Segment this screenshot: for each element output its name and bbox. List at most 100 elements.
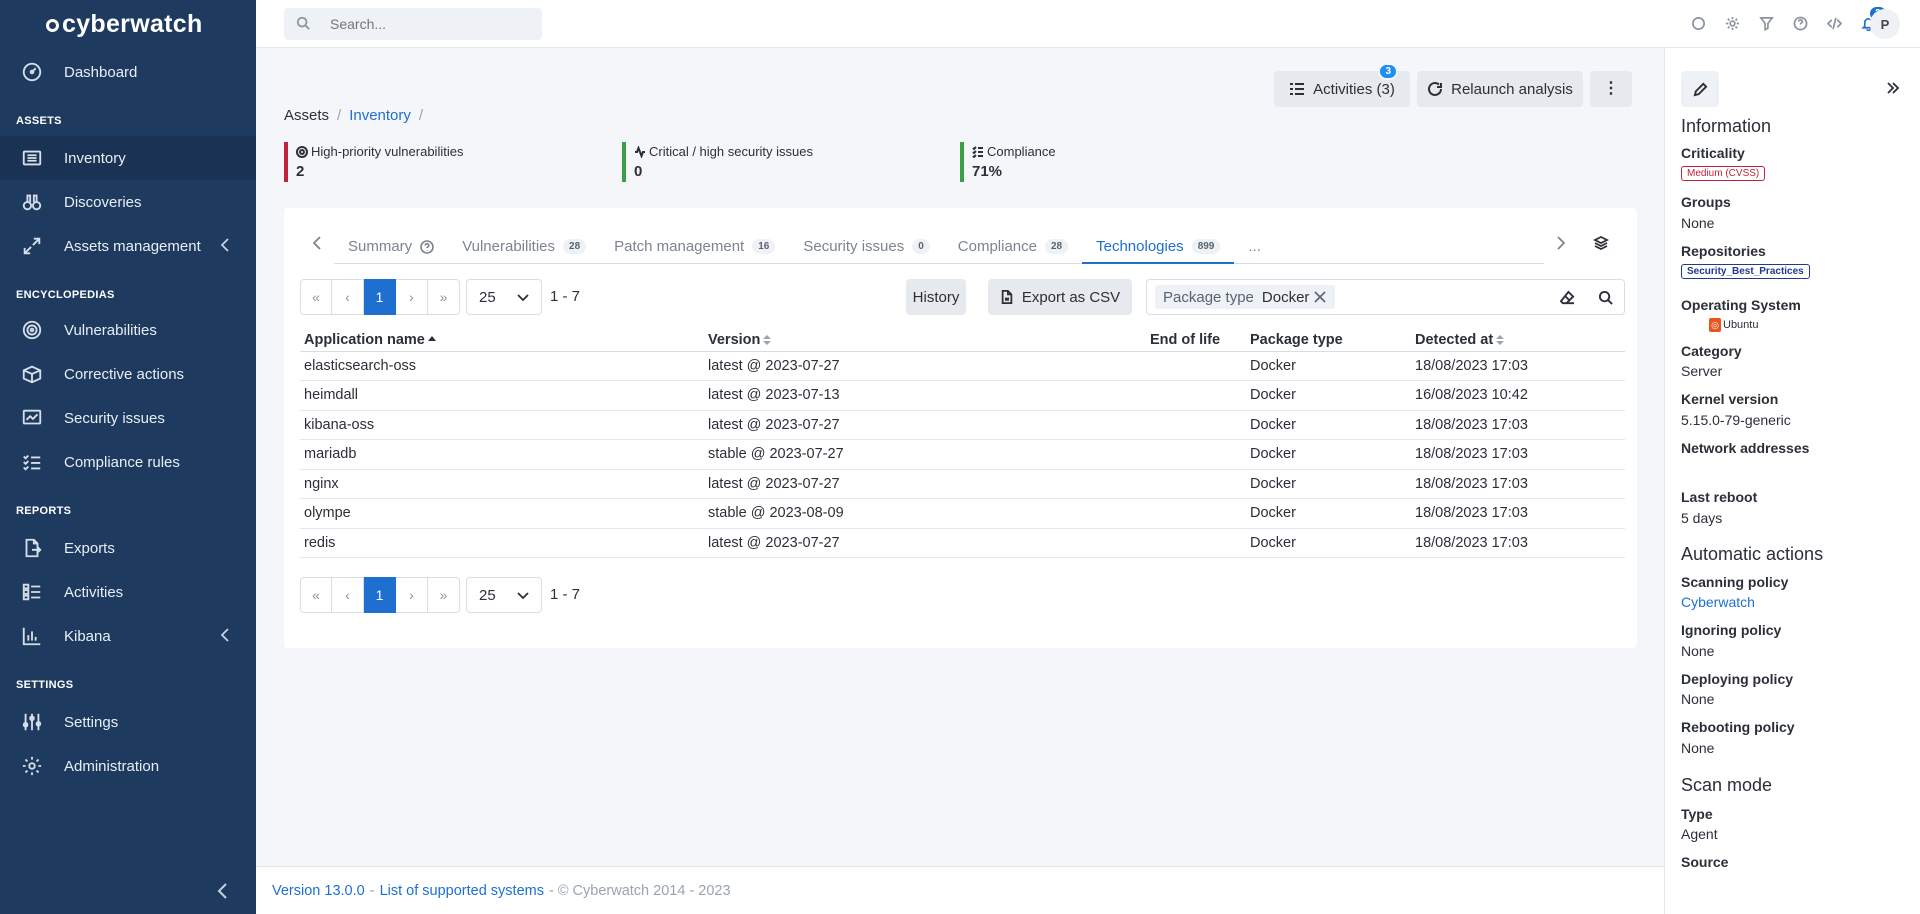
tab-summary[interactable]: Summary (334, 230, 448, 263)
relaunch-analysis-button[interactable]: Relaunch analysis (1417, 71, 1583, 107)
first-page-button[interactable]: « (300, 577, 332, 613)
section-title-automatic-actions: Automatic actions (1681, 544, 1824, 564)
kpi-compliance[interactable]: Compliance 71% (960, 142, 1056, 182)
table-row[interactable]: elasticsearch-oss latest @ 2023-07-27 Do… (300, 351, 1625, 381)
rebooting-label: Rebooting policy (1681, 719, 1795, 735)
tab-count: 899 (1191, 238, 1221, 254)
breadcrumb-inventory[interactable]: Inventory (349, 107, 411, 124)
activities-badge: 3 (1378, 63, 1398, 80)
avatar[interactable]: P (1870, 9, 1900, 39)
kpi-critical-security-issues[interactable]: Critical / high security issues 0 (622, 142, 813, 182)
copyright-text: - © Cyberwatch 2014 - 2023 (548, 882, 731, 899)
close-icon[interactable] (1313, 290, 1327, 304)
sidebar-item-dashboard[interactable]: Dashboard (0, 50, 256, 94)
column-header-detected-at[interactable]: Detected at (1411, 329, 1625, 352)
filter-chip-package-type[interactable]: Package type Docker (1155, 285, 1336, 309)
sidebar-item-security-issues[interactable]: Security issues (0, 396, 256, 440)
per-page-select[interactable]: 25 (466, 279, 542, 315)
search-icon[interactable] (1598, 290, 1614, 306)
dashboard-icon (20, 60, 44, 84)
current-page-button[interactable]: 1 (364, 577, 396, 613)
sidebar-item-label: Exports (64, 539, 115, 557)
filter-bar[interactable]: Package type Docker (1146, 279, 1625, 315)
prev-page-button[interactable]: ‹ (332, 279, 364, 315)
version-link[interactable]: Version 13.0.0 (272, 883, 365, 899)
double-chevron-right-icon[interactable] (1886, 81, 1900, 95)
tab-label: Technologies (1096, 237, 1184, 255)
code-icon[interactable] (1824, 13, 1844, 33)
sidebar-item-corrective-actions[interactable]: Corrective actions (0, 352, 256, 396)
activities-button[interactable]: Activities (3) 3 (1274, 63, 1410, 107)
history-button[interactable]: History (906, 279, 966, 315)
sidebar-item-assets-management[interactable]: Assets management (0, 224, 256, 268)
last-page-button[interactable]: » (428, 577, 460, 613)
sidebar: cyberwatch Dashboard ASSETS Inventory Di… (0, 0, 256, 914)
column-header-label: Detected at (1415, 331, 1494, 348)
current-page-button[interactable]: 1 (364, 279, 396, 315)
supported-systems-link[interactable]: List of supported systems (380, 883, 544, 899)
tab-vulnerabilities[interactable]: Vulnerabilities 28 (448, 230, 600, 263)
next-page-button[interactable]: › (396, 279, 428, 315)
sidebar-item-exports[interactable]: Exports (0, 526, 256, 570)
scanning-value[interactable]: Cyberwatch (1681, 594, 1755, 610)
brand-logo[interactable]: cyberwatch (0, 0, 256, 48)
column-header-package-type: Package type (1246, 329, 1411, 352)
table-row[interactable]: mariadb stable @ 2023-07-27 Docker 18/08… (300, 439, 1625, 470)
last-page-button[interactable]: » (428, 279, 460, 315)
table-row[interactable]: redis latest @ 2023-07-27 Docker 18/08/2… (300, 528, 1625, 558)
next-page-button[interactable]: › (396, 577, 428, 613)
sidebar-item-vulnerabilities[interactable]: Vulnerabilities (0, 308, 256, 352)
more-options-button[interactable]: ⋮ (1590, 71, 1632, 107)
search-input[interactable] (330, 16, 530, 32)
eraser-icon[interactable] (1559, 290, 1576, 306)
table-row[interactable]: olympe stable @ 2023-08-09 Docker 18/08/… (300, 498, 1625, 529)
sidebar-item-label: Settings (64, 713, 119, 731)
table-row[interactable]: nginx latest @ 2023-07-27 Docker 18/08/2… (300, 469, 1625, 499)
breadcrumb-separator: / (337, 107, 342, 124)
table-row[interactable]: heimdall latest @ 2023-07-13 Docker 16/0… (300, 380, 1625, 411)
tab-patch-management[interactable]: Patch management 16 (600, 230, 789, 263)
kpi-high-priority-vulnerabilities[interactable]: High-priority vulnerabilities 2 (284, 142, 463, 182)
sidebar-item-kibana[interactable]: Kibana (0, 614, 256, 658)
collapse-sidebar-button[interactable] (215, 882, 231, 902)
sidebar-item-administration[interactable]: Administration (0, 744, 256, 788)
sidebar-item-settings[interactable]: Settings (0, 700, 256, 744)
per-page-select[interactable]: 25 (466, 577, 542, 613)
first-page-button[interactable]: « (300, 279, 332, 315)
layers-icon[interactable] (1592, 235, 1611, 253)
sidebar-item-label: Vulnerabilities (64, 321, 157, 339)
cell-detected-at: 18/08/2023 17:03 (1411, 498, 1625, 529)
sidebar-item-discoveries[interactable]: Discoveries (0, 180, 256, 224)
filter-icon[interactable] (1756, 13, 1776, 33)
tab-compliance[interactable]: Compliance 28 (944, 230, 1082, 263)
tab-technologies[interactable]: Technologies 899 (1082, 230, 1235, 264)
sidebar-item-activities[interactable]: Activities (0, 570, 256, 614)
column-header-application-name[interactable]: Application name (300, 329, 704, 352)
sidebar-item-inventory[interactable]: Inventory (0, 136, 256, 180)
global-search[interactable] (284, 8, 542, 40)
gear-icon[interactable] (1722, 13, 1742, 33)
repository-badge[interactable]: Security_Best_Practices (1681, 264, 1810, 279)
tabs-scroll-right-icon[interactable] (1556, 236, 1570, 256)
cell-version: latest @ 2023-07-27 (704, 528, 1146, 558)
status-circle-icon[interactable] (1688, 13, 1708, 33)
tab-security-issues[interactable]: Security issues 0 (789, 230, 943, 263)
sidebar-item-compliance-rules[interactable]: Compliance rules (0, 440, 256, 484)
help-icon[interactable] (1790, 13, 1810, 33)
cell-version: latest @ 2023-07-27 (704, 410, 1146, 440)
type-label: Type (1681, 806, 1713, 822)
tab-more[interactable]: ... (1234, 230, 1275, 263)
table-row[interactable]: kibana-oss latest @ 2023-07-27 Docker 18… (300, 410, 1625, 440)
chevron-left-icon (220, 238, 230, 252)
tabs-scroll-left-icon[interactable] (312, 236, 326, 256)
column-header-version[interactable]: Version (704, 329, 1146, 352)
main-content: Activities (3) 3 Relaunch analysis ⋮ Ass… (256, 48, 1664, 866)
kpi-value: 0 (634, 163, 643, 180)
prev-page-button[interactable]: ‹ (332, 577, 364, 613)
tab-label: Compliance (957, 238, 1037, 255)
cell-version: latest @ 2023-07-27 (704, 351, 1146, 381)
edit-button[interactable] (1681, 71, 1719, 107)
kpi-value: 71% (972, 163, 1003, 180)
pagination-top: « ‹ 1 › » (300, 279, 460, 315)
export-csv-button[interactable]: Export as CSV (988, 279, 1132, 315)
